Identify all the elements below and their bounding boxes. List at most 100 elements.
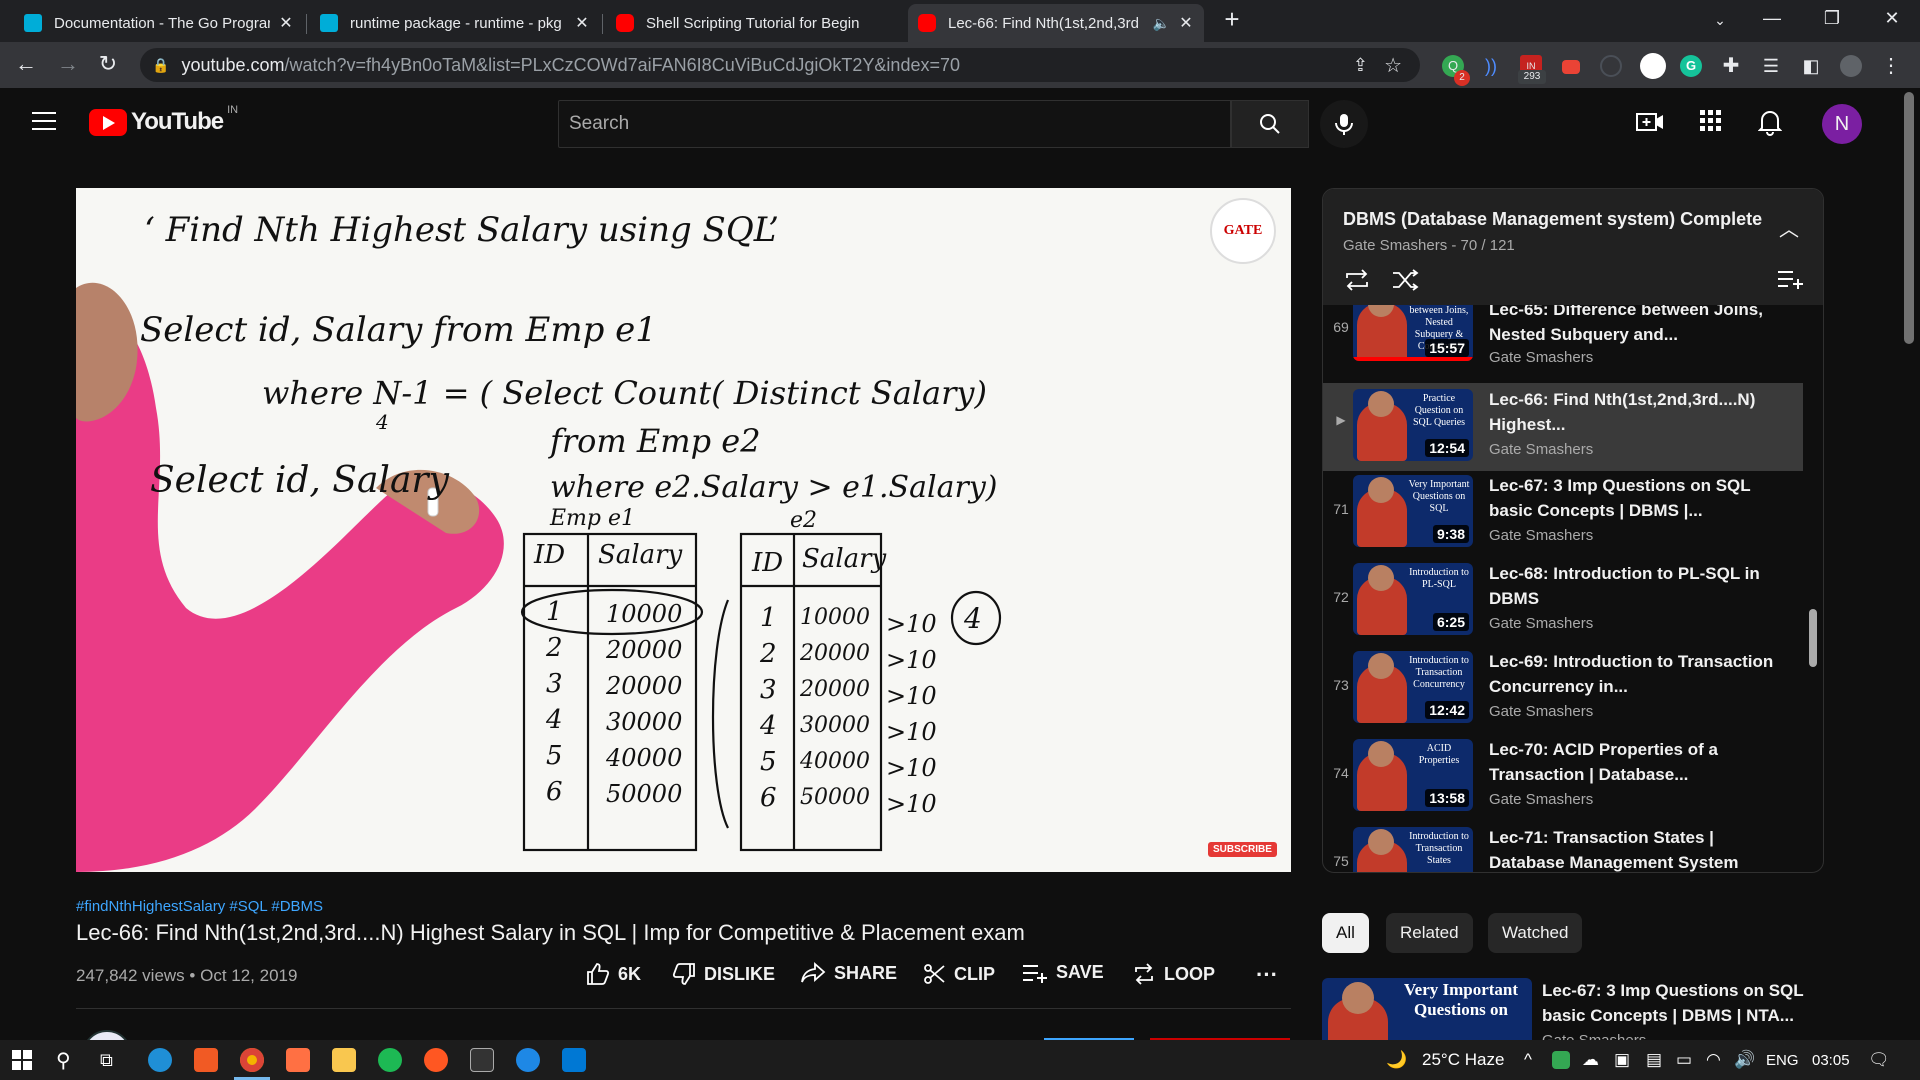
loop-playlist-icon[interactable] [1343,269,1371,296]
chrome-icon[interactable] [240,1048,264,1072]
file-explorer-icon[interactable] [332,1048,356,1072]
recommended-title[interactable]: Lec-67: 3 Imp Questions on SQL basic Con… [1542,978,1812,1028]
chip-watched[interactable]: Watched [1488,913,1583,953]
tray-chevron-icon[interactable]: ^ [1524,1050,1532,1070]
profile-avatar-icon[interactable] [1840,55,1862,77]
tab-shell-scripting[interactable]: Shell Scripting Tutorial for Begin [606,4,904,42]
shuffle-icon[interactable] [1391,269,1419,296]
notifications-bell-icon[interactable] [1757,108,1783,141]
video-hashtags[interactable]: #findNthHighestSalary #SQL #DBMS [76,898,323,915]
subscribe-overlay-button[interactable]: SUBSCRIBE [1208,842,1277,857]
reload-icon[interactable]: ↻ [94,51,122,77]
bookmark-star-icon[interactable]: ☆ [1384,53,1402,78]
apps-grid-icon[interactable] [1700,110,1722,137]
playlist-item-73[interactable]: 73 Introduction to Transaction Concurren… [1323,647,1803,735]
media-queue-icon[interactable]: ☰ [1760,55,1782,77]
clip-button[interactable]: CLIP [922,962,995,986]
volume-icon[interactable]: 🔊 [1734,1050,1755,1070]
battery-icon[interactable]: ▭ [1676,1050,1692,1070]
app-red-icon[interactable] [286,1048,310,1072]
notifications-icon[interactable]: 🗨 [1868,1050,1890,1070]
playlist-item-71[interactable]: 71 Very Important Questions on SQL 9:38 L… [1323,471,1803,559]
extension-white-circle-icon[interactable] [1640,53,1666,79]
taskbar-search-icon[interactable]: ⚲ [56,1048,71,1073]
restore-icon[interactable]: ❐ [1812,8,1852,29]
playlist-item-72[interactable]: 72 Introduction to PL-SQL 6:25 Lec-68: In… [1323,559,1803,647]
account-avatar[interactable]: N [1822,104,1862,144]
chip-related[interactable]: Related [1386,913,1473,953]
page-scrollbar-thumb[interactable] [1904,92,1914,344]
new-tab-icon[interactable]: + [1212,4,1252,35]
address-bar[interactable]: 🔒 youtube.com/watch?v=fh4yBn0oTaM&list=P… [140,48,1420,82]
playlist-item-69[interactable]: 69 Difference between Joins, Nested Subq… [1323,305,1803,375]
circled-count: 4 [964,602,982,635]
clock[interactable]: 03:05 [1812,1052,1850,1069]
voice-search-button[interactable] [1320,100,1368,148]
microphone-icon [1335,114,1353,135]
playlist-item-title: Lec-69: Introduction to Transaction Conc… [1489,652,1774,696]
weather-icon[interactable]: 🌙 [1386,1050,1407,1070]
back-arrow-icon[interactable]: ← [12,51,40,77]
tab-go-documentation[interactable]: Documentation - The Go Program ✕ [14,4,304,42]
tray-notes-icon[interactable]: ▤ [1646,1050,1662,1070]
video-thumbnail: Introduction to Transaction Concurrency 1… [1353,651,1473,723]
vscode-icon[interactable] [562,1048,586,1072]
hamburger-menu-icon[interactable] [32,112,56,132]
postman-icon[interactable] [424,1048,448,1072]
playlist-scrollbar-thumb[interactable] [1809,609,1817,667]
more-actions-button[interactable]: ··· [1256,962,1278,988]
like-button[interactable]: 6K [586,962,641,986]
side-panel-icon[interactable]: ◧ [1800,55,1822,77]
search-input[interactable]: Search [558,100,1231,148]
weather-text[interactable]: 25°C Haze [1422,1050,1504,1070]
playlist-item-title: Lec-67: 3 Imp Questions on SQL basic Con… [1489,476,1751,520]
grammarly-icon[interactable]: G [1680,55,1702,77]
spotify-icon[interactable] [378,1048,402,1072]
share-button[interactable]: SHARE [800,962,897,984]
tab-lec-66-active[interactable]: Lec-66: Find Nth(1st,2nd,3rd 🔈 ✕ [908,4,1204,42]
close-tab-icon[interactable]: ✕ [574,13,590,33]
search-button[interactable] [1231,100,1309,148]
edge-icon[interactable] [148,1048,172,1072]
chip-all[interactable]: All [1322,913,1369,953]
onedrive-cloud-icon[interactable]: ☁ [1582,1050,1599,1070]
close-window-icon[interactable]: ✕ [1872,8,1912,29]
dislike-button[interactable]: DISLIKE [672,962,775,986]
extension-dark-icon[interactable] [1600,55,1622,77]
record-extension-icon[interactable] [1562,60,1580,74]
audio-playing-icon[interactable]: 🔈 [1153,15,1170,32]
task-view-icon[interactable]: ⧉ [100,1050,113,1071]
terminal-icon[interactable] [470,1048,494,1072]
playlist-item-75[interactable]: 75 Introduction to Transaction States Le… [1323,823,1803,872]
youtube-logo[interactable]: YouTube IN [89,104,238,136]
tray-green-icon[interactable] [1552,1051,1570,1069]
recommended-thumbnail[interactable]: Very Important Questions on [1322,978,1532,1040]
minimize-icon[interactable]: — [1752,8,1792,29]
tray-icon[interactable]: ▣ [1614,1050,1630,1070]
app-blue-icon[interactable] [516,1048,540,1072]
channel-watermark-logo[interactable]: GATE [1210,198,1276,264]
close-tab-icon[interactable]: ✕ [278,13,294,33]
share-page-icon[interactable]: ⇪ [1353,55,1368,76]
save-button[interactable]: SAVE [1022,962,1104,983]
language-indicator[interactable]: ENG [1766,1052,1799,1069]
wifi-icon[interactable]: ◠ [1706,1050,1721,1070]
playlist-item-74[interactable]: 74 ACID Properties 13:58 Lec-70: ACID Pro… [1323,735,1803,823]
create-video-icon[interactable] [1636,110,1664,139]
forward-arrow-icon[interactable]: → [54,51,82,77]
tab-title: runtime package - runtime - pkg [350,14,562,32]
loop-button[interactable]: LOOP [1132,962,1215,986]
tab-runtime-package[interactable]: runtime package - runtime - pkg ✕ [310,4,600,42]
video-player[interactable]: ‘ Find Nth Highest Salary using SQL’ Sel… [76,188,1291,872]
collapse-playlist-chevron-icon[interactable]: ︿ [1779,213,1799,242]
playlist-title[interactable]: DBMS (Database Management system) Comple… [1343,209,1762,230]
windows-start-icon[interactable] [12,1050,32,1075]
playlist-item-current[interactable]: ▶ Practice Question on SQL Queries 12:54 … [1323,383,1803,471]
playlist-add-icon[interactable] [1777,269,1805,296]
read-aloud-icon[interactable]: )) [1480,55,1502,77]
tab-search-chevron-icon[interactable]: ⌄ [1700,12,1740,29]
extensions-puzzle-icon[interactable]: ✚ [1720,55,1742,77]
app-orange-icon[interactable] [194,1048,218,1072]
chrome-menu-icon[interactable]: ⋮ [1880,55,1902,77]
close-tab-icon[interactable]: ✕ [1178,13,1194,33]
